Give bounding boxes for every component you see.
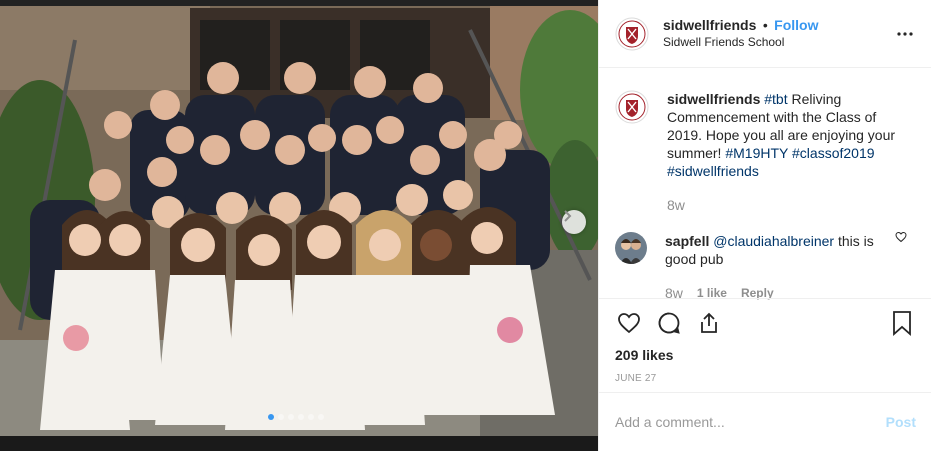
like-button[interactable] — [615, 309, 643, 337]
carousel-dot — [268, 414, 274, 420]
school-crest-avatar[interactable] — [615, 17, 649, 51]
post-comment-button[interactable]: Post — [886, 414, 916, 430]
hashtag-link[interactable]: #M19HTY — [725, 145, 788, 161]
commenter-avatar[interactable] — [615, 232, 647, 264]
comment-like-button[interactable] — [895, 230, 907, 248]
caption: sidwellfriends #tbt Reliving Commencemen… — [615, 90, 915, 214]
post-date[interactable]: JUNE 27 — [615, 373, 916, 384]
follow-button[interactable]: Follow — [774, 17, 818, 33]
carousel-indicator — [268, 414, 324, 420]
save-button[interactable] — [888, 309, 916, 337]
caption-timestamp[interactable]: 8w — [667, 196, 915, 214]
carousel-dot — [318, 414, 324, 420]
graduation-group-photo — [0, 0, 598, 451]
comment-input[interactable] — [615, 414, 886, 430]
comment-item: sapfell @claudiahalbreiner this is good … — [615, 232, 915, 302]
carousel-dot — [288, 414, 294, 420]
post-side-panel: sidwellfriends • Follow Sidwell Friends … — [598, 0, 931, 451]
carousel-dot — [298, 414, 304, 420]
comment-icon — [658, 312, 680, 334]
bookmark-icon — [893, 311, 911, 336]
caption-username[interactable]: sidwellfriends — [667, 91, 760, 107]
separator-dot: • — [762, 16, 768, 33]
more-options-button[interactable] — [895, 24, 915, 44]
school-crest-avatar[interactable] — [615, 90, 649, 124]
carousel-dot — [278, 414, 284, 420]
heart-outline-icon — [895, 231, 907, 243]
share-button[interactable] — [695, 309, 723, 337]
share-icon — [701, 312, 717, 333]
heart-icon — [618, 313, 640, 334]
hashtag-link[interactable]: #tbt — [764, 91, 787, 107]
add-comment-bar: Post — [599, 392, 931, 451]
comments-section: sidwellfriends #tbt Reliving Commencemen… — [599, 68, 931, 301]
post-header: sidwellfriends • Follow Sidwell Friends … — [599, 0, 931, 68]
hashtag-link[interactable]: #classof2019 — [792, 145, 875, 161]
user-photo-icon — [615, 232, 647, 264]
carousel-dot — [308, 414, 314, 420]
comment-mention[interactable]: @claudiahalbreiner — [713, 233, 834, 249]
comment-button[interactable] — [655, 309, 683, 337]
chevron-right-icon — [564, 210, 572, 222]
post-author-username[interactable]: sidwellfriends — [663, 17, 756, 33]
ellipsis-icon — [897, 32, 913, 36]
carousel-next-button[interactable] — [562, 210, 586, 234]
post-actions: 209 likes JUNE 27 — [599, 298, 931, 384]
post-location[interactable]: Sidwell Friends School — [663, 34, 819, 51]
like-count[interactable]: 209 likes — [615, 347, 916, 363]
post-photo[interactable] — [0, 0, 598, 451]
hashtag-link[interactable]: #sidwellfriends — [667, 163, 759, 179]
commenter-username[interactable]: sapfell — [665, 233, 709, 249]
